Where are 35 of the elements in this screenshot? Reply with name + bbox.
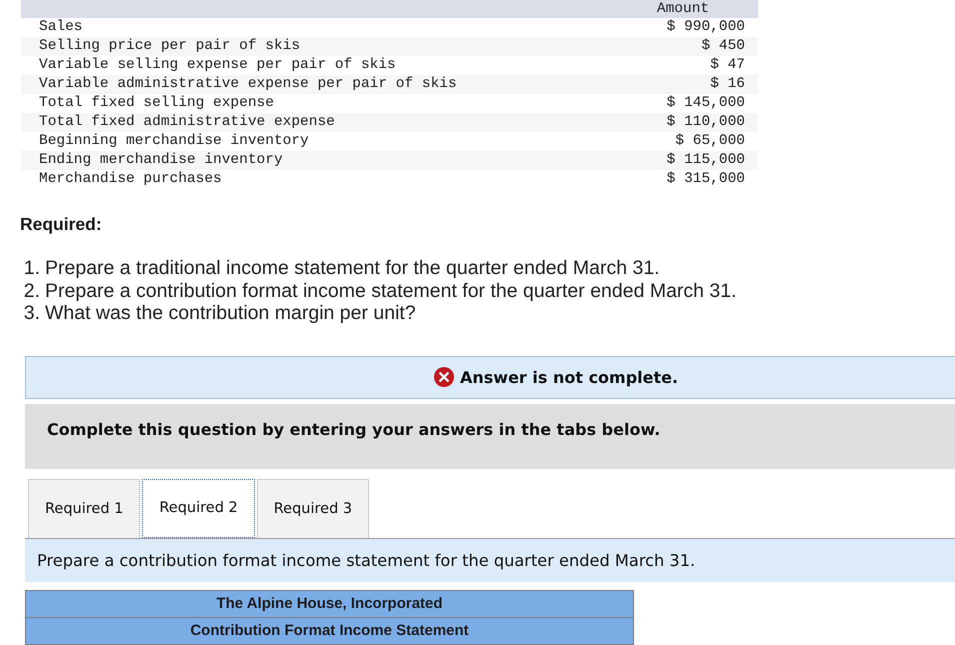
- item-number: 2.: [22, 280, 40, 302]
- amount-cell-text: $ 65,000: [675, 132, 746, 151]
- amount-cell-text: $ 145,000: [666, 94, 746, 113]
- row-label: Variable administrative expense per pair of skis: [38, 75, 457, 94]
- row-label: Merchandise purchases: [38, 170, 222, 189]
- item-number: 3.: [22, 302, 40, 324]
- amount-cell-text: $ 315,000: [666, 170, 746, 189]
- requirement-text: What was the contribution margin per unit?: [45, 302, 416, 324]
- row-label: Total fixed selling expense: [38, 94, 274, 113]
- requirement-text: Prepare a traditional income statement for the quarter ended March 31.: [45, 257, 660, 280]
- statement-title: Contribution Format Income Statement: [25, 616, 634, 644]
- amount-cell-text: $ 115,000: [666, 151, 746, 170]
- row-label: Variable selling expense per pair of skis: [38, 56, 396, 75]
- requirement-text: Prepare a contribution format income statement for the quarter ended March 31.: [45, 280, 737, 302]
- row-label: Sales: [38, 18, 83, 37]
- amount-cell-text: $ 450: [701, 37, 746, 56]
- required-heading: Required:: [20, 213, 102, 236]
- amount-cell-text: $ 110,000: [666, 113, 746, 132]
- amount-cell-text: $ 990,000: [666, 18, 746, 37]
- alert-text: Answer is not complete.: [460, 368, 678, 386]
- item-number: 1.: [22, 257, 40, 280]
- row-label: Total fixed administrative expense: [38, 113, 335, 132]
- error-icon: [434, 367, 454, 387]
- tab[interactable]: Required 3: [256, 478, 370, 538]
- tab[interactable]: Required 1: [28, 478, 140, 538]
- prompt-text: Prepare a contribution format income statement for the quarter ended March 31.: [37, 550, 696, 570]
- column-header: Amount: [656, 0, 710, 18]
- row-label: Ending merchandise inventory: [38, 151, 283, 170]
- company-name: The Alpine House, Incorporated: [25, 590, 634, 618]
- amount-cell-text: $ 47: [710, 56, 746, 75]
- row-label: Beginning merchandise inventory: [38, 132, 309, 151]
- tab[interactable]: Required 2: [142, 478, 255, 538]
- amount-cell-text: $ 16: [710, 75, 746, 94]
- instruction-text: Complete this question by entering your answers in the tabs below.: [47, 420, 660, 438]
- row-label: Selling price per pair of skis: [38, 37, 300, 56]
